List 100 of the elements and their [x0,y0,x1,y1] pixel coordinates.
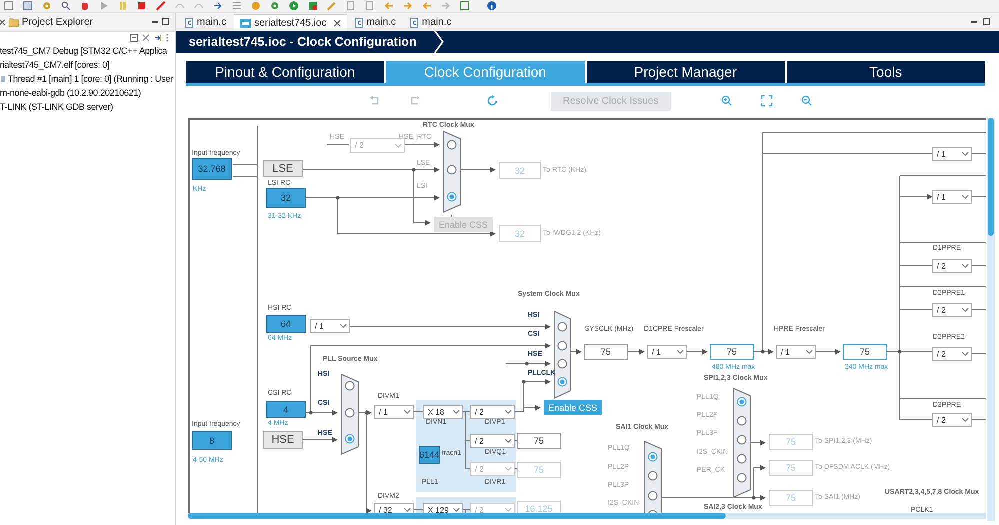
tree-item[interactable]: rialtest745_CM7.elf [cores: 0] [0,60,110,70]
main-tab[interactable]: Tools [786,61,985,83]
prescaler-dropdown[interactable]: / 1 [776,345,816,359]
prescaler-dropdown[interactable]: / 1 [932,190,972,204]
radio-option[interactable] [345,408,355,418]
radio-option[interactable] [737,397,747,407]
zoom-in-icon[interactable] [720,95,733,107]
prescaler-dropdown[interactable]: / 2 [932,413,972,427]
prescaler-dropdown[interactable]: X 129 [423,503,463,513]
frequency-output: 16.125 [517,501,561,513]
play-icon[interactable] [289,1,299,11]
prescaler-dropdown[interactable]: / 2 [932,303,972,317]
prescaler-dropdown[interactable]: X 18 [423,405,463,419]
main-tab[interactable]: Project Manager [586,61,785,83]
window-icon[interactable] [4,1,14,11]
caret-icon [806,350,813,354]
frequency-output: 75 [843,344,887,360]
prescaler-dropdown[interactable]: / 1 [374,405,414,419]
frequency-input[interactable]: 32.768 [192,158,232,180]
frequency-input[interactable]: 8 [192,431,232,450]
frequency-output: 75 [584,344,628,360]
forward-icon[interactable] [403,1,413,11]
radio-option[interactable] [345,434,355,444]
radio-option[interactable] [447,165,457,175]
frequency-input[interactable]: 6144 [419,446,440,464]
scrollbar-thumb[interactable] [188,513,726,519]
frequency-output: 32 [499,225,541,242]
radio-option[interactable] [737,473,747,483]
play-icon[interactable] [99,1,109,11]
maximize-icon[interactable] [983,18,991,26]
close-icon[interactable] [0,18,6,26]
radio-option[interactable] [648,471,658,481]
info-icon[interactable] [487,1,497,11]
main-tab[interactable]: Pinout & Configuration [186,61,384,83]
cube-file-icon [240,18,252,28]
back-icon[interactable] [384,1,394,11]
tree-item[interactable]: test745_CM7 Debug [STM32 C/C++ Applica [0,46,168,56]
frequency-input[interactable]: 32 [266,188,306,208]
minimize-icon[interactable] [151,18,159,26]
minimize-icon[interactable] [970,18,978,26]
list-icon[interactable] [232,1,242,11]
prescaler-dropdown[interactable]: / 2 [470,434,515,448]
arrow-icon[interactable] [213,1,223,11]
editor-tab[interactable]: main.c [179,14,232,31]
more-icon[interactable] [166,34,169,42]
frequency-input[interactable]: 64 [266,315,306,333]
radio-option[interactable] [558,377,568,387]
oscillator-block: HSE [263,431,303,449]
fit-screen-icon[interactable] [760,95,773,107]
caret-icon [505,508,512,512]
link-icon[interactable] [142,34,150,42]
refresh-icon[interactable] [487,95,499,107]
frequency-output: 75 [517,462,561,478]
window-icon[interactable] [460,1,470,11]
back-icon[interactable] [422,1,432,11]
radio-option[interactable] [447,140,457,150]
prescaler-dropdown[interactable]: / 2 [932,347,972,361]
editor-tab[interactable]: serialtest745.ioc [234,14,347,31]
tree-item[interactable]: T-LINK (ST-LINK GDB server) [0,102,114,112]
prescaler-dropdown[interactable]: / 1 [310,319,350,333]
frequency-output: 75 [769,434,813,450]
radio-option[interactable] [737,435,747,445]
search-icon[interactable] [61,1,71,11]
editor-tab[interactable]: main.c [404,14,458,31]
radio-option[interactable] [345,381,355,391]
prescaler-dropdown[interactable]: / 2 [932,259,972,273]
frequency-output: 75 [517,433,561,449]
pencil-icon[interactable] [327,1,337,11]
prescaler-dropdown[interactable]: / 32 [374,503,414,513]
tree-item[interactable]: m-none-eabi-gdb (10.2.90.20210621) [0,88,142,98]
caret-icon [404,410,411,414]
frequency-input[interactable]: 4 [266,401,306,418]
radio-option[interactable] [447,192,457,202]
radio-option[interactable] [558,322,568,332]
collapse-icon[interactable] [130,34,138,42]
radio-option[interactable] [737,454,747,464]
caret-icon [395,144,402,148]
close-icon[interactable] [334,20,341,26]
frequency-output: 75 [769,490,813,506]
prescaler-dropdown[interactable]: / 2 [470,405,515,419]
caret-icon [677,350,684,354]
tree-item[interactable]: Thread #1 [main] 1 [core: 0] (Running : User [8,74,174,84]
radio-option[interactable] [648,452,658,462]
stop-icon[interactable] [137,1,147,11]
prescaler-dropdown[interactable]: / 1 [932,147,972,161]
radio-option[interactable] [737,416,747,426]
scrollbar-track[interactable] [188,513,986,519]
editor-tab[interactable]: main.c [348,14,402,31]
radio-option[interactable] [558,359,568,369]
zoom-out-icon[interactable] [800,95,813,107]
maximize-icon[interactable] [162,18,170,26]
caret-icon [340,324,347,328]
scrollbar-track[interactable] [987,118,995,521]
folder-icon [9,18,19,26]
radio-option[interactable] [648,491,658,501]
caret-icon [962,152,969,156]
scrollbar-thumb[interactable] [988,118,994,236]
page-title: serialtest745.ioc - Clock Configuration [189,35,417,49]
radio-option[interactable] [558,341,568,351]
prescaler-dropdown[interactable]: / 1 [647,345,687,359]
